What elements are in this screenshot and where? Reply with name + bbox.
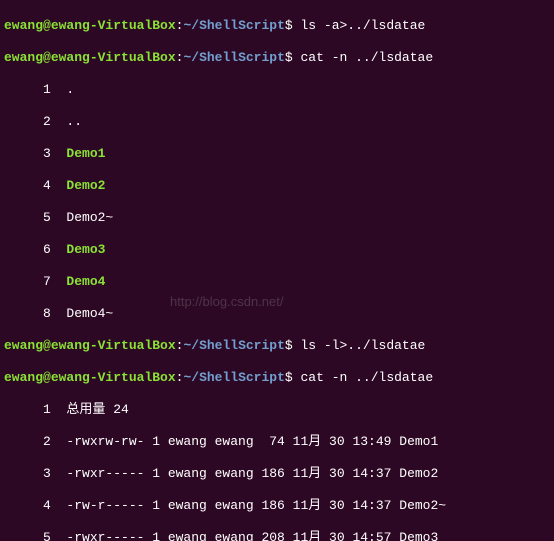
output-line: 1 总用量 24 — [4, 402, 550, 418]
prompt-line-2: ewang@ewang-VirtualBox:~/ShellScript$ ca… — [4, 50, 550, 66]
executable-name: Demo2 — [66, 178, 105, 193]
command-4: cat -n ../lsdatae — [301, 370, 434, 385]
output-line: 4 -rw-r----- 1 ewang ewang 186 11月 30 14… — [4, 498, 550, 514]
prompt-line-3: ewang@ewang-VirtualBox:~/ShellScript$ ls… — [4, 338, 550, 354]
executable-name: Demo1 — [66, 146, 105, 161]
command-3: ls -l>../lsdatae — [301, 338, 426, 353]
command-1: ls -a>../lsdatae — [301, 18, 426, 33]
executable-name: Demo3 — [66, 242, 105, 257]
command-2: cat -n ../lsdatae — [301, 50, 434, 65]
output-line: 5 Demo2~ — [4, 210, 550, 226]
output-line: 2 .. — [4, 114, 550, 130]
terminal[interactable]: ewang@ewang-VirtualBox:~/ShellScript$ ls… — [0, 0, 554, 541]
prompt-user: ewang — [4, 18, 43, 33]
output-line: 8 Demo4~ — [4, 306, 550, 322]
prompt-path: ~/ShellScript — [183, 18, 284, 33]
output-line: 7 Demo4 — [4, 274, 550, 290]
prompt-host: ewang-VirtualBox — [51, 18, 176, 33]
executable-name: Demo4 — [66, 274, 105, 289]
prompt-line-4: ewang@ewang-VirtualBox:~/ShellScript$ ca… — [4, 370, 550, 386]
prompt-at: @ — [43, 18, 51, 33]
output-line: 3 Demo1 — [4, 146, 550, 162]
output-line: 6 Demo3 — [4, 242, 550, 258]
output-line: 5 -rwxr----- 1 ewang ewang 208 11月 30 14… — [4, 530, 550, 541]
prompt-dollar: $ — [285, 18, 301, 33]
output-line: 4 Demo2 — [4, 178, 550, 194]
prompt-line-1: ewang@ewang-VirtualBox:~/ShellScript$ ls… — [4, 18, 550, 34]
output-line: 1 . — [4, 82, 550, 98]
output-line: 3 -rwxr----- 1 ewang ewang 186 11月 30 14… — [4, 466, 550, 482]
output-line: 2 -rwxrw-rw- 1 ewang ewang 74 11月 30 13:… — [4, 434, 550, 450]
